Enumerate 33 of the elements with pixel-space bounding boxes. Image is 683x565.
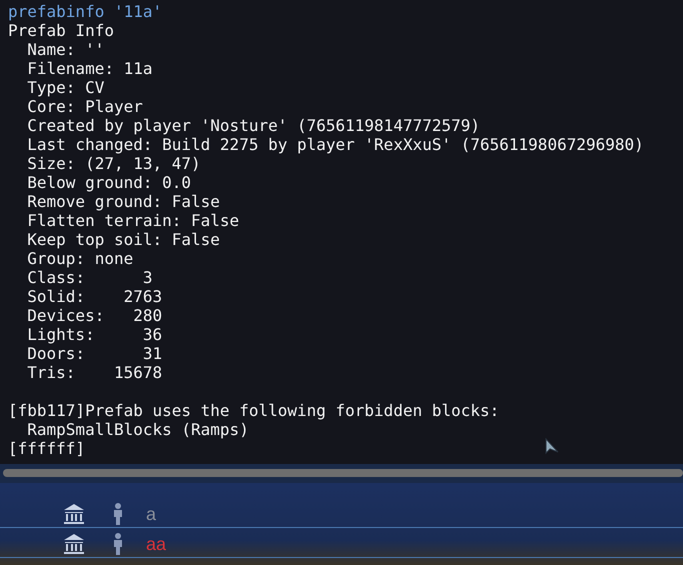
- console-line: Lights: 36: [26, 325, 162, 344]
- console-line: Last changed: Build 2275 by player 'RexXxuS' (76561198067296980): [26, 135, 644, 154]
- scrollbar[interactable]: [3, 469, 683, 477]
- console-line: Devices: 280: [26, 306, 162, 325]
- console-line: [fbb117]Prefab uses the following forbidden blocks:: [8, 401, 500, 420]
- console-line: Filename: 11a: [26, 59, 152, 78]
- row-name: a: [146, 504, 156, 524]
- list-row[interactable]: aa: [0, 531, 683, 558]
- console-line: RampSmallBlocks (Ramps): [26, 420, 249, 439]
- list-row[interactable]: a: [0, 501, 683, 528]
- console-line: Remove ground: False: [26, 192, 220, 211]
- console-line: Solid: 2763: [26, 287, 162, 306]
- row-name: aa: [146, 534, 166, 554]
- person-icon: [112, 533, 124, 555]
- console-line: Prefab Info: [8, 21, 114, 40]
- console-line: prefabinfo '11a': [8, 2, 162, 21]
- console-line: Doors: 31: [26, 344, 162, 363]
- person-icon: [112, 503, 124, 525]
- console-line: Created by player 'Nosture' (76561198147772579): [26, 116, 480, 135]
- console-line: Tris: 15678: [26, 363, 162, 382]
- console-line: [ffffff]: [8, 439, 86, 458]
- console-line: Below ground: 0.0: [26, 173, 192, 192]
- mouse-pointer-icon: [545, 438, 559, 456]
- building-icon: [62, 533, 86, 555]
- console-line: Group: none: [26, 249, 134, 268]
- console-line: Flatten terrain: False: [26, 211, 240, 230]
- console-line: Type: CV: [26, 78, 104, 97]
- console-line: Class: 3: [26, 268, 152, 287]
- console-line: Name: '': [26, 40, 104, 59]
- console-line: Size: (27, 13, 47): [26, 154, 201, 173]
- console-line: Keep top soil: False: [26, 230, 220, 249]
- console-line: Core: Player: [26, 97, 143, 116]
- building-icon: [62, 503, 86, 525]
